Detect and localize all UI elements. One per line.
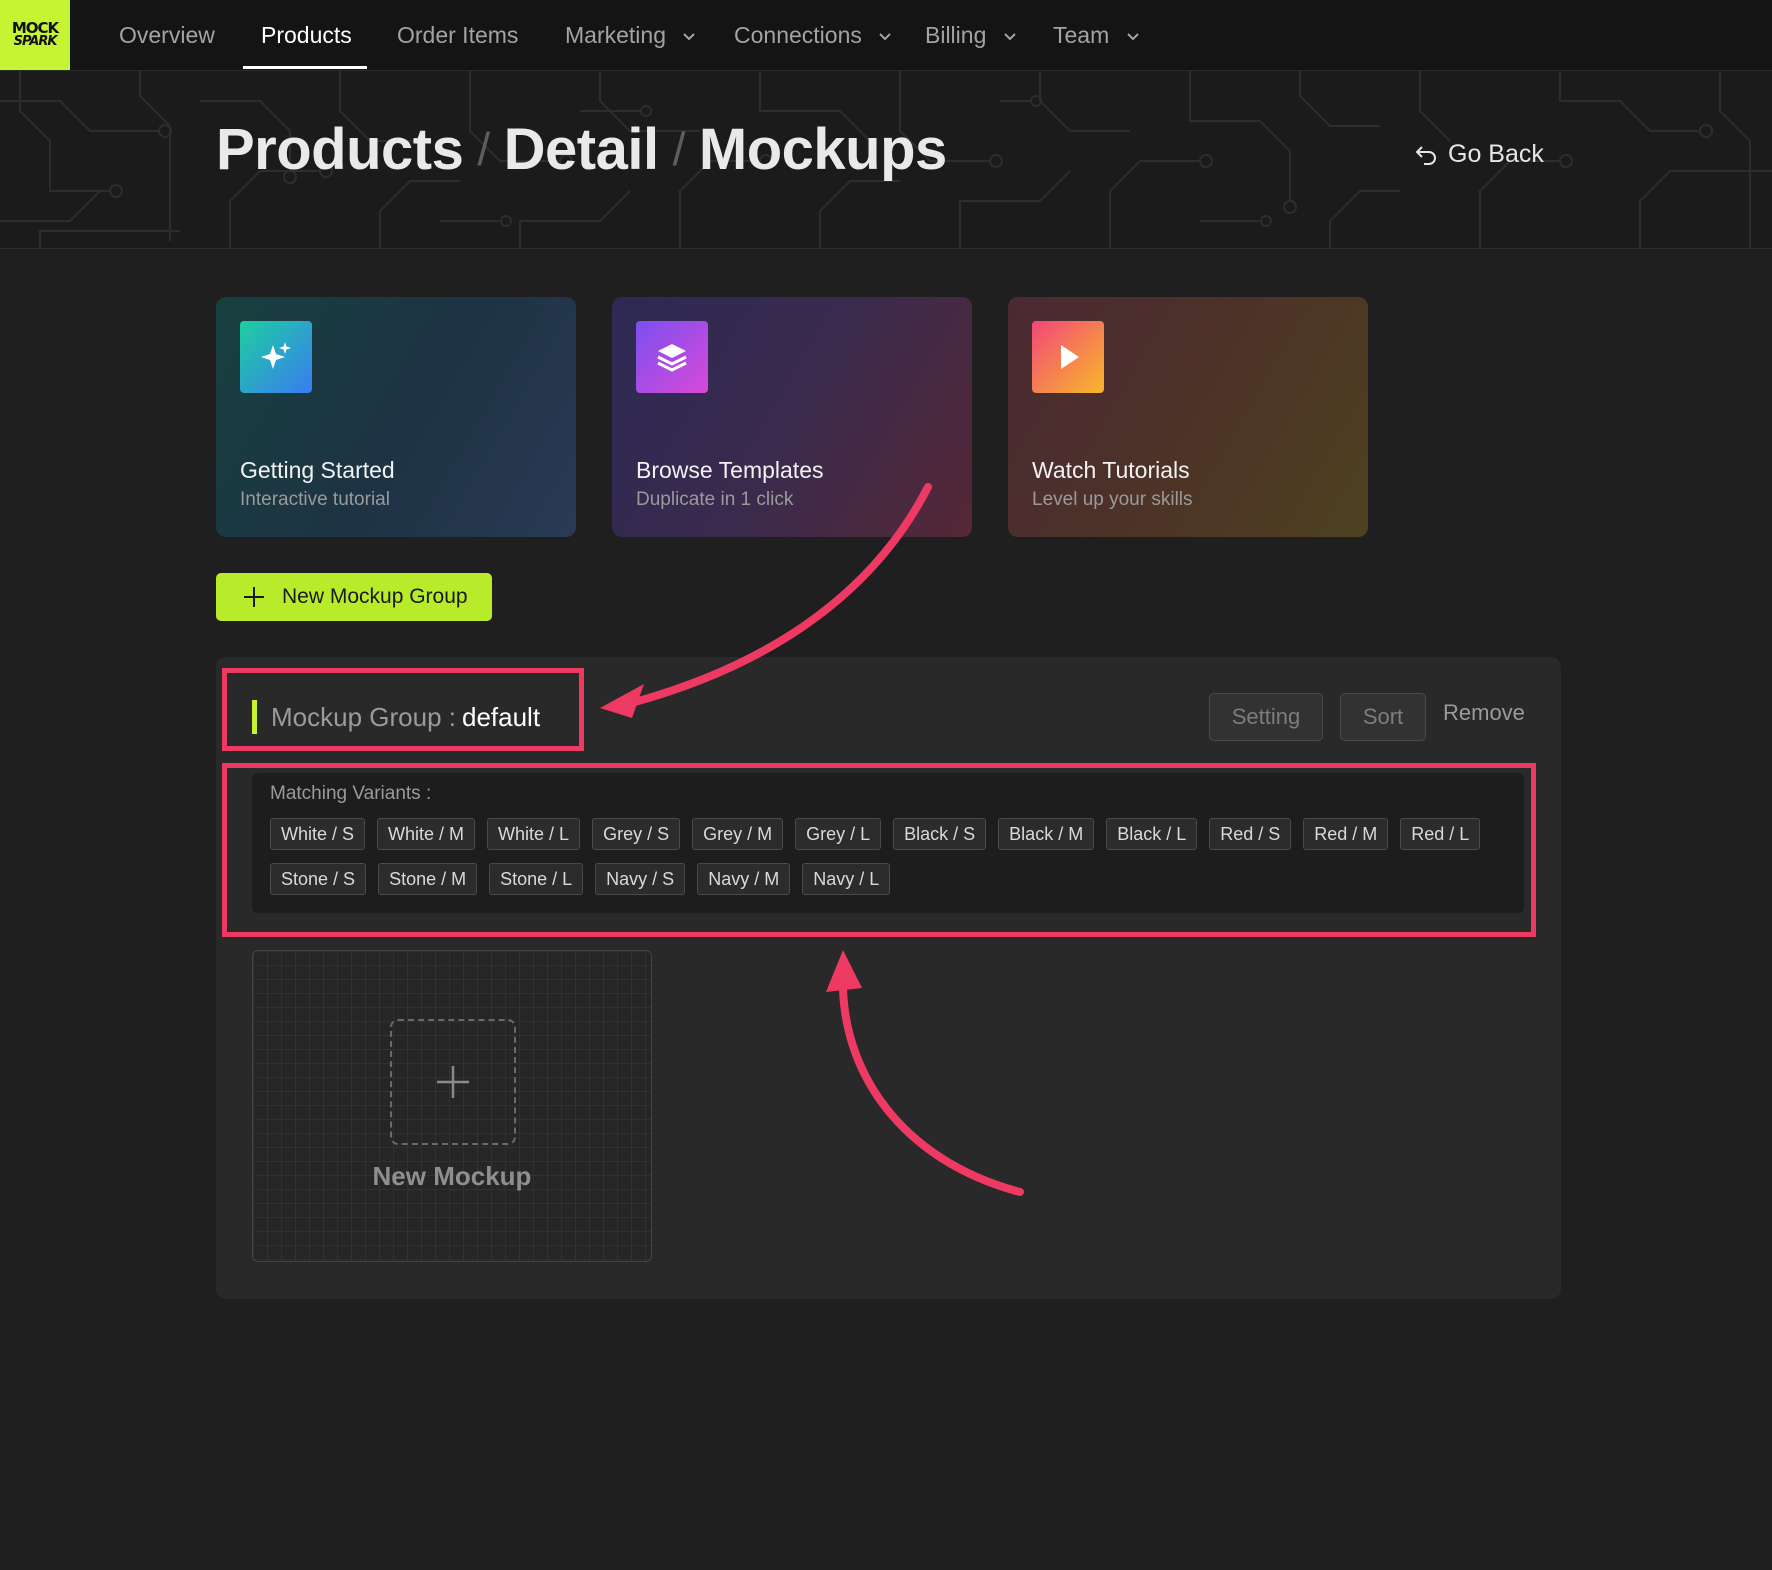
chevron-down-icon [683,33,696,41]
new-mockup-label: New Mockup [372,1161,532,1191]
nav-marketing-label: Marketing [565,22,666,48]
nav-billing-label: Billing [925,22,987,48]
new-mockup-tile[interactable]: New Mockup [252,950,652,1262]
go-back-button[interactable]: Go Back [1414,140,1544,169]
plus-icon [244,587,264,607]
setting-button[interactable]: Setting [1209,693,1323,741]
card-title: Watch Tutorials [1032,457,1190,483]
card-title: Browse Templates [636,457,824,483]
new-mockup-group-button[interactable]: New Mockup Group [216,573,492,621]
nav-marketing[interactable]: Marketing [565,0,696,70]
card-watch-tutorials[interactable]: Watch Tutorials Level up your skills [1008,297,1368,537]
nav-overview[interactable]: Overview [119,0,215,70]
nav-connections-label: Connections [734,22,862,48]
breadcrumb-mockups: Mockups [698,117,947,182]
breadcrumb: Products / Detail / Mockups [216,116,947,186]
nav-billing[interactable]: Billing [925,0,1017,70]
logo-line-2: SPARK [13,33,58,49]
new-mockup-group-label: New Mockup Group [282,585,468,608]
nav-active-indicator [243,66,367,69]
undo-arrow-icon [1415,145,1436,165]
card-getting-started[interactable]: Getting Started Interactive tutorial [216,297,576,537]
chevron-down-icon [1004,33,1016,41]
card-subtitle: Interactive tutorial [240,489,390,510]
annotation-highlight-group-title [222,668,584,751]
plus-icon [437,1066,469,1098]
nav-team-label: Team [1053,22,1110,48]
chevron-down-icon [879,33,891,41]
new-mockup-dropzone [390,1019,516,1145]
card-browse-templates[interactable]: Browse Templates Duplicate in 1 click [612,297,972,537]
layers-icon [636,321,708,393]
chevron-down-icon [1126,33,1139,41]
play-icon [1032,321,1104,393]
remove-button[interactable]: Remove [1443,700,1525,726]
card-subtitle: Level up your skills [1032,489,1193,510]
annotation-highlight-variants [222,763,1536,937]
breadcrumb-products[interactable]: Products [216,117,464,182]
nav-connections[interactable]: Connections [734,0,892,70]
nav-team[interactable]: Team [1053,0,1140,70]
nav-order-items[interactable]: Order Items [397,0,518,70]
breadcrumb-separator: / [477,123,490,175]
card-subtitle: Duplicate in 1 click [636,489,794,510]
breadcrumb-separator: / [672,123,686,175]
nav-products[interactable]: Products [261,0,352,70]
card-title: Getting Started [240,457,395,483]
sort-button[interactable]: Sort [1340,693,1426,741]
mockspark-logo[interactable]: MOCK SPARK [0,0,70,70]
top-navigation: MOCK SPARK Overview Products Order Items… [0,0,1772,71]
breadcrumb-detail[interactable]: Detail [504,117,659,182]
sparkles-icon [240,321,312,393]
go-back-label: Go Back [1448,140,1544,168]
